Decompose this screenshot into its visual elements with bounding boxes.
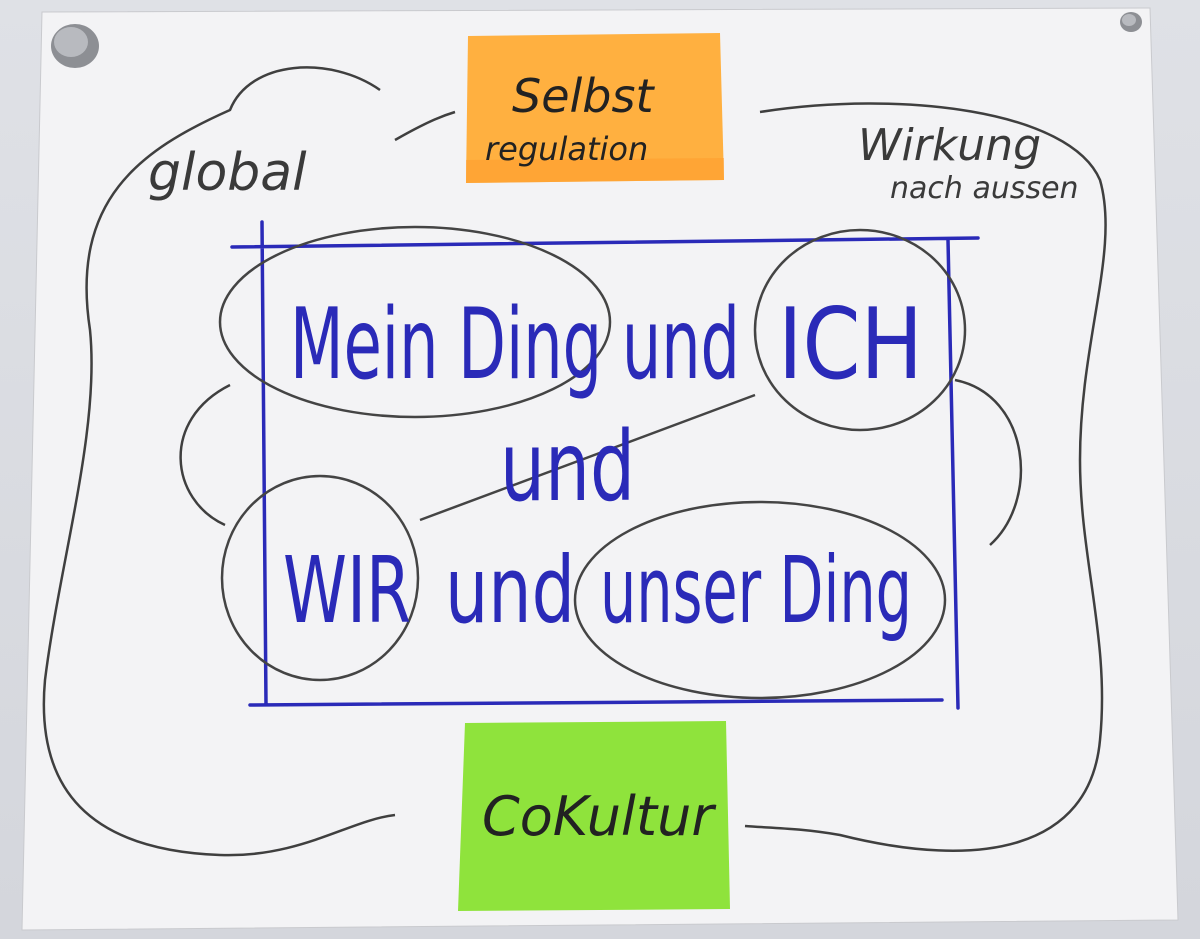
center-und-lower: und (445, 537, 575, 644)
sticky-top-line1: Selbst (512, 69, 655, 123)
label-global: global (148, 143, 307, 203)
center-wir: WIR (283, 537, 411, 644)
center-mein-ding-und: Mein Ding und (290, 288, 740, 402)
magnet-pin-icon (1120, 12, 1142, 32)
center-ich: ICH (778, 288, 923, 402)
label-wirkung: Wirkung (858, 120, 1041, 171)
label-nach-aussen: nach aussen (890, 171, 1079, 206)
center-unser-ding: unser Ding (600, 537, 912, 644)
sticky-bottom-text: CoKultur (482, 785, 716, 848)
flipchart-paper: global Wirkung nach aussen Selbst regula… (21, 7, 1179, 931)
magnet-pin-icon (51, 24, 99, 68)
sticky-top-line2: regulation (485, 130, 648, 168)
center-und-middle: und (500, 411, 635, 523)
